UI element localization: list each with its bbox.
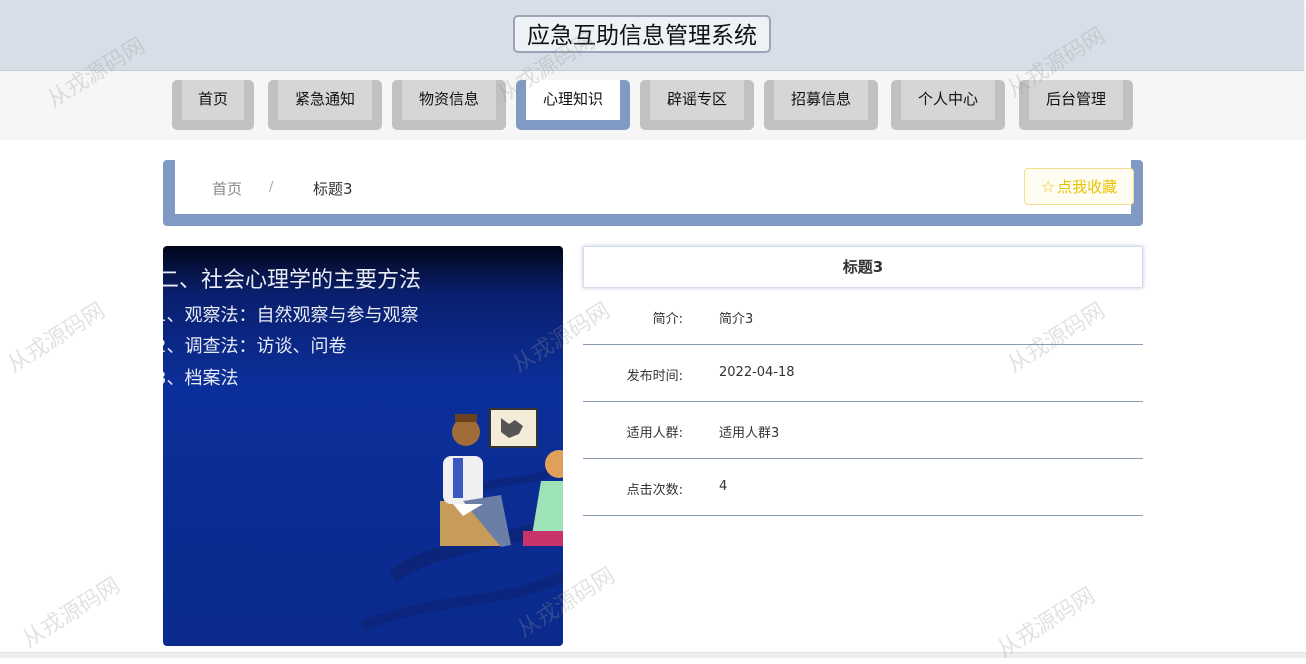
favorite-button[interactable]: ☆ 点我收藏	[1024, 168, 1134, 205]
nav-item-supplies[interactable]: 物资信息	[392, 80, 506, 130]
nav-item-admin[interactable]: 后台管理	[1019, 80, 1133, 130]
nav-item-label: 紧急通知	[278, 80, 372, 120]
detail-value: 适用人群3	[719, 426, 780, 441]
detail-value: 4	[719, 479, 728, 494]
detail-row-summary: 简介: 简介3	[583, 288, 1143, 345]
nav-item-emergency-notice[interactable]: 紧急通知	[268, 80, 382, 130]
detail-image: 二、社会心理学的主要方法 1、观察法：自然观察与参与观察 2、调查法：访谈、问卷…	[163, 246, 563, 646]
detail-row-audience: 适用人群: 适用人群3	[583, 402, 1143, 459]
watermark: 从戎源码网	[18, 573, 125, 653]
page-bottom-border	[0, 652, 1306, 658]
favorite-label: 点我收藏	[1057, 178, 1118, 196]
breadcrumb-home-link[interactable]: 首页	[212, 178, 242, 199]
nav-item-label: 辟谣专区	[650, 80, 744, 120]
breadcrumb: 首页 / 标题3 ☆ 点我收藏	[175, 160, 1134, 214]
nav-item-label: 个人中心	[901, 80, 995, 120]
detail-row-publish-time: 发布时间: 2022-04-18	[583, 345, 1143, 402]
slide-line: 1、观察法：自然观察与参与观察	[163, 305, 418, 326]
star-outline-icon: ☆	[1040, 177, 1056, 196]
slide-line: 2、调查法：访谈、问卷	[163, 336, 346, 357]
nav-item-label: 首页	[182, 80, 244, 120]
detail-label: 简介:	[652, 312, 683, 327]
nav-item-recruitment[interactable]: 招募信息	[764, 80, 878, 130]
watermark: 从戎源码网	[993, 583, 1100, 663]
detail-label: 适用人群:	[626, 426, 683, 441]
detail-row-clicks: 点击次数: 4	[583, 459, 1143, 516]
nav-item-label: 物资信息	[402, 80, 496, 120]
slide-line: 3、档案法	[163, 368, 238, 389]
nav-item-profile[interactable]: 个人中心	[891, 80, 1005, 130]
detail-label: 发布时间:	[626, 369, 683, 384]
nav-item-home[interactable]: 首页	[172, 80, 254, 130]
nav-item-psychology[interactable]: 心理知识	[516, 80, 630, 130]
slide-heading: 二、社会心理学的主要方法	[163, 268, 421, 293]
detail-value: 简介3	[719, 312, 754, 327]
detail-value: 2022-04-18	[719, 365, 795, 380]
site-title: 应急互助信息管理系统	[513, 15, 771, 53]
nav-item-label: 心理知识	[526, 80, 620, 120]
nav-item-rumor[interactable]: 辟谣专区	[640, 80, 754, 130]
breadcrumb-separator: /	[269, 180, 274, 195]
slide-illustration: 二、社会心理学的主要方法 1、观察法：自然观察与参与观察 2、调查法：访谈、问卷…	[163, 246, 563, 646]
detail-label: 点击次数:	[626, 483, 683, 498]
nav-item-label: 后台管理	[1029, 80, 1123, 120]
detail-title: 标题3	[583, 246, 1143, 288]
breadcrumb-bar: 首页 / 标题3 ☆ 点我收藏	[163, 160, 1143, 226]
breadcrumb-current: 标题3	[313, 180, 353, 198]
nav-item-label: 招募信息	[774, 80, 868, 120]
watermark: 从戎源码网	[3, 298, 110, 378]
